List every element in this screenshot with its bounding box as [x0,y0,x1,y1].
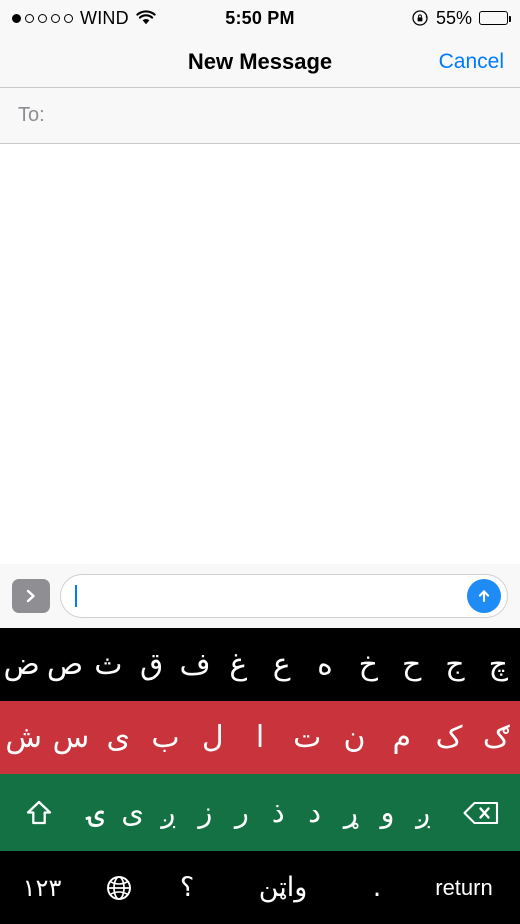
key-row1-4[interactable]: ف [173,628,216,701]
key-row1-3[interactable]: ق [130,628,173,701]
key-row2-8[interactable]: م [378,701,425,774]
battery-percent-label: 55% [435,7,472,28]
key-row3-2[interactable]: ږ [151,774,187,851]
status-bar-right: 55% [411,7,511,29]
key-row2-0[interactable]: ش [0,701,47,774]
numbers-key[interactable]: ۱۲۳ [0,851,84,924]
key-row2-1[interactable]: س [47,701,94,774]
question-mark-key[interactable]: ؟ [154,851,220,924]
recipient-row[interactable]: To: [0,88,520,144]
wifi-icon [136,10,156,26]
keyboard-row-2: شسیبلاتنمکګ [0,701,520,774]
key-row1-8[interactable]: خ [347,628,390,701]
carrier-label: WIND [80,7,129,28]
return-key[interactable]: return [408,851,520,924]
key-row3-7[interactable]: ړ [333,774,369,851]
key-row2-3[interactable]: ب [142,701,189,774]
status-bar-left: WIND [12,8,156,29]
key-row3-8[interactable]: و [369,774,405,851]
key-row3-3[interactable]: ز [187,774,223,851]
message-input[interactable] [77,575,467,617]
key-row1-9[interactable]: ح [390,628,433,701]
message-field[interactable] [60,574,508,618]
cancel-button[interactable]: Cancel [439,50,504,74]
clock-label: 5:50 PM [225,7,295,28]
key-row2-2[interactable]: ی [95,701,142,774]
key-row1-5[interactable]: غ [217,628,260,701]
rotation-lock-icon [411,9,429,27]
keyboard-row-3: ۍیږزرذدړوږ [0,774,520,851]
shift-icon[interactable] [0,774,78,851]
key-row1-6[interactable]: ع [260,628,303,701]
globe-icon[interactable] [84,851,154,924]
recipient-input[interactable] [48,104,502,127]
key-row2-5[interactable]: ا [236,701,283,774]
key-row1-10[interactable]: ج [433,628,476,701]
key-row2-9[interactable]: ک [425,701,472,774]
key-row1-0[interactable]: ض [0,628,43,701]
send-button[interactable] [467,579,501,613]
key-row3-9[interactable]: ږ [406,774,442,851]
keyboard-row-3-letters: ۍیږزرذدړوږ [78,774,442,851]
key-row3-5[interactable]: ذ [260,774,296,851]
message-input-toolbar [0,564,520,628]
space-key[interactable]: واټن [220,851,346,924]
period-key[interactable]: . [346,851,408,924]
key-row2-4[interactable]: ل [189,701,236,774]
key-row2-6[interactable]: ت [284,701,331,774]
key-row3-4[interactable]: ر [224,774,260,851]
key-row2-10[interactable]: ګ [473,701,520,774]
key-row1-1[interactable]: ص [43,628,86,701]
key-row3-1[interactable]: ی [114,774,150,851]
key-row2-7[interactable]: ن [331,701,378,774]
recipient-label: To: [18,104,45,126]
keyboard-row-1: ضصثقفغعهخحجچ [0,628,520,701]
cellular-signal-icon [12,13,73,23]
key-row3-0[interactable]: ۍ [78,774,114,851]
key-row1-7[interactable]: ه [303,628,346,701]
chevron-right-icon[interactable] [12,579,50,613]
keyboard-row-4: ۱۲۳ ؟ واټن . return [0,851,520,924]
key-row1-2[interactable]: ث [87,628,130,701]
backspace-icon[interactable] [442,774,520,851]
keyboard: ضصثقفغعهخحجچ شسیبلاتنمکګ ۍیږزرذدړوږ ۱۲۳ [0,628,520,924]
key-row1-11[interactable]: چ [477,628,520,701]
status-bar: WIND 5:50 PM 55% [0,0,520,36]
navigation-bar: New Message Cancel [0,36,520,88]
battery-icon [479,11,511,25]
key-row3-6[interactable]: د [296,774,332,851]
